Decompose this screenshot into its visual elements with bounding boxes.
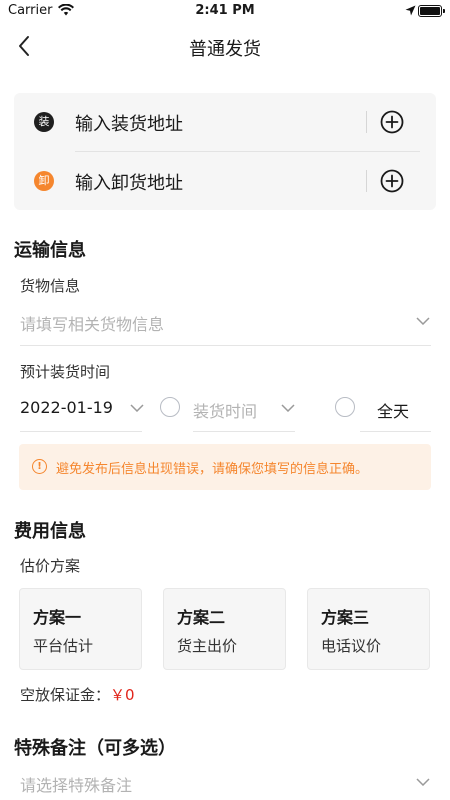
plan-card-1[interactable]: 方案一 平台估计 [19, 588, 142, 670]
status-bar: Carrier 2:41 PM [0, 0, 450, 24]
divider [366, 111, 367, 133]
fees-section-title: 费用信息 [14, 521, 86, 542]
loading-time-label: 预计装货时间 [20, 363, 111, 381]
all-day-radio[interactable] [335, 397, 355, 417]
goods-info-select[interactable]: 请填写相关货物信息 [0, 305, 450, 345]
unloading-address-label: 输入卸货地址 [75, 173, 183, 194]
warning-text: 避免发布后信息出现错误，请确保您填写的信息正确。 [56, 462, 369, 477]
chevron-down-icon [281, 404, 295, 412]
plan-name: 方案三 [321, 608, 370, 627]
remarks-section-title: 特殊备注（可多选） [14, 738, 176, 759]
all-day-underline [360, 431, 431, 432]
time-underline [193, 431, 295, 432]
estimate-plan-label: 估价方案 [20, 557, 81, 575]
unloading-badge-icon: 卸 [34, 171, 54, 191]
plan-name: 方案二 [177, 608, 226, 627]
unloading-address-row[interactable]: 卸 输入卸货地址 [14, 152, 436, 210]
time-radio[interactable] [160, 397, 180, 417]
add-circle-icon[interactable] [380, 110, 404, 134]
warning-notice: ! 避免发布后信息出现错误，请确保您填写的信息正确。 [19, 444, 431, 490]
time-placeholder: 装货时间 [193, 402, 258, 421]
time-select[interactable]: 装货时间 [193, 393, 297, 431]
divider [366, 170, 367, 192]
plan-desc: 平台估计 [33, 637, 94, 655]
date-select[interactable]: 2022-01-19 [20, 393, 144, 431]
loading-badge-icon: 装 [34, 112, 54, 132]
plan-desc: 货主出价 [177, 637, 238, 655]
deposit-label: 空放保证金： [20, 686, 111, 704]
transport-section-title: 运输信息 [14, 240, 86, 261]
address-card: 装 输入装货地址 卸 输入卸货地址 [14, 93, 436, 210]
date-value: 2022-01-19 [20, 398, 113, 417]
plan-card-3[interactable]: 方案三 电话议价 [307, 588, 430, 670]
plan-name: 方案一 [33, 608, 82, 627]
goods-info-placeholder: 请填写相关货物信息 [20, 315, 165, 334]
info-icon: ! [32, 459, 47, 474]
remarks-placeholder: 请选择特殊备注 [20, 776, 133, 795]
deposit-row: 空放保证金：￥0 [20, 684, 135, 705]
battery-icon [418, 5, 445, 17]
date-underline [20, 431, 142, 432]
goods-info-underline [20, 345, 431, 346]
plan-card-2[interactable]: 方案二 货主出价 [163, 588, 286, 670]
chevron-down-icon [416, 778, 430, 786]
goods-info-label: 货物信息 [20, 277, 81, 295]
loading-address-row[interactable]: 装 输入装货地址 [14, 93, 436, 151]
all-day-label: 全天 [377, 402, 410, 421]
status-time: 2:41 PM [195, 3, 255, 18]
loading-address-label: 输入装货地址 [75, 114, 183, 135]
deposit-amount: ￥0 [110, 686, 135, 704]
add-circle-icon[interactable] [380, 169, 404, 193]
chevron-down-icon [416, 317, 430, 325]
remarks-select[interactable]: 请选择特殊备注 [0, 766, 450, 800]
nav-bar: 普通发货 [0, 24, 450, 68]
chevron-down-icon [130, 404, 144, 412]
location-arrow-icon [405, 5, 416, 16]
page-title: 普通发货 [189, 39, 261, 60]
plan-desc: 电话议价 [321, 637, 382, 655]
